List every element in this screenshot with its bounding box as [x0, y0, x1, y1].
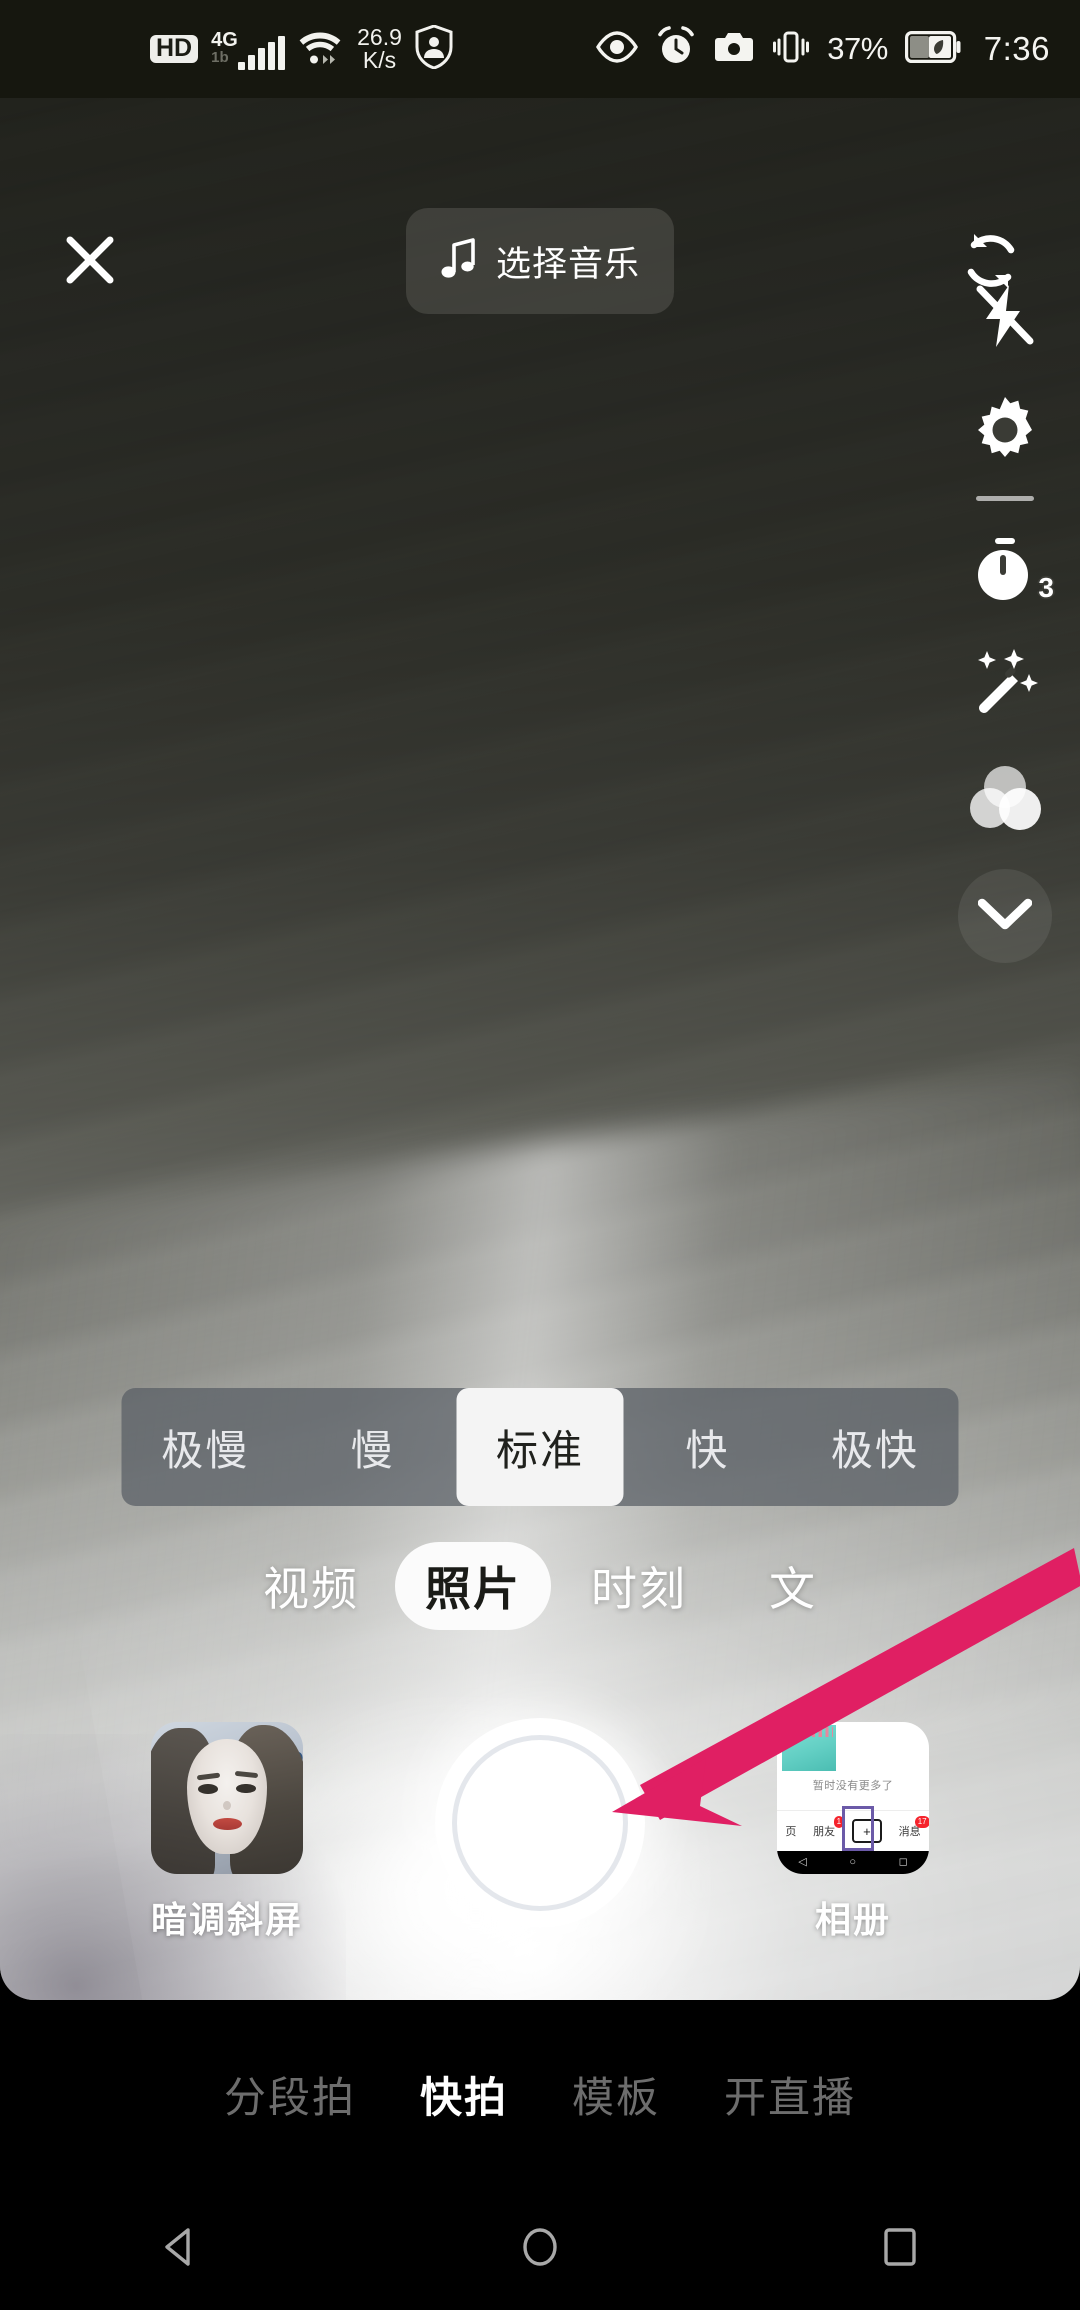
clock-label: 7:36 — [983, 30, 1050, 67]
album-thumb-messages-badge: 17 — [914, 1816, 929, 1829]
eye-comfort-icon — [595, 30, 639, 68]
data-speed-unit: K/s — [362, 47, 397, 73]
album-thumb-empty-text: 暂时没有更多了 — [812, 1779, 894, 1792]
android-home-button[interactable] — [360, 2224, 720, 2275]
battery-percent-label: 37% — [827, 31, 888, 66]
album-preview-thumbnail[interactable]: 暂时没有更多了 页 朋友 1 + 消息 17 ◁ ○ ◻ — [777, 1722, 929, 1874]
album-thumb-tab-friends: 朋友 1 — [813, 1816, 845, 1839]
mode-tab-moment[interactable]: 时刻 — [565, 1541, 713, 1631]
album-label: 相册 — [814, 1899, 891, 1940]
wifi-icon — [298, 29, 342, 70]
signal-bars-glyph — [238, 36, 286, 70]
hd-badge: HD — [150, 35, 199, 63]
mode-tab-text[interactable]: 文 — [743, 1541, 843, 1631]
album-thumb-system-nav: ◁ ○ ◻ — [777, 1851, 929, 1874]
album-thumb-highlight-box — [842, 1805, 875, 1852]
app-screen: HD 4G 1b 26.9 K/s 37% 7:36 选择音乐 3 极慢 慢 标… — [0, 0, 1080, 2310]
music-note-icon — [440, 236, 480, 287]
status-bar-left: HD 4G 1b 26.9 K/s — [150, 0, 453, 98]
mode-tab-photo[interactable]: 照片 — [395, 1542, 551, 1630]
speed-option-standard[interactable]: 标准 — [456, 1388, 624, 1506]
bottom-nav-item-segment[interactable]: 分段拍 — [192, 2064, 388, 2125]
select-music-label: 选择音乐 — [495, 244, 641, 284]
android-back-button[interactable] — [0, 2224, 360, 2275]
thumb-nose — [223, 1801, 231, 1811]
capture-controls-row: 暗调斜屏 暂时没有更多了 页 朋友 1 + 消息 17 ◁ ○ ◻ 相册 — [0, 1718, 1080, 1992]
timer-count-badge: 3 — [1038, 572, 1054, 603]
album-thumb-photo — [781, 1725, 837, 1771]
settings-button[interactable] — [940, 384, 1070, 480]
android-system-nav — [0, 2188, 1080, 2310]
filter-circles-icon — [967, 764, 1043, 835]
flash-off-button[interactable] — [940, 270, 1070, 366]
battery-saver-icon — [904, 30, 961, 68]
vibrate-icon — [772, 28, 810, 71]
android-back-icon — [157, 2224, 203, 2275]
speed-option-fast[interactable]: 快 — [624, 1388, 791, 1506]
rail-divider — [976, 496, 1034, 501]
album-thumb-recents-icon: ◻ — [898, 1856, 908, 1869]
album-thumb-back-icon: ◁ — [798, 1856, 807, 1869]
speed-selector[interactable]: 极慢 慢 标准 快 极快 — [121, 1388, 959, 1506]
settings-gear-icon — [969, 394, 1041, 471]
album-button[interactable]: 暂时没有更多了 页 朋友 1 + 消息 17 ◁ ○ ◻ 相册 — [763, 1722, 943, 1943]
album-thumb-tab-messages-label: 消息 — [898, 1826, 921, 1839]
bottom-nav-item-template[interactable]: 模板 — [540, 2064, 692, 2125]
speed-option-slow[interactable]: 慢 — [289, 1388, 456, 1506]
effect-preview-button[interactable]: 暗调斜屏 — [137, 1722, 317, 1943]
android-recents-icon — [877, 2224, 923, 2275]
network-sub-label: 1b — [211, 49, 229, 66]
signal-bars-icon: 4G 1b — [211, 28, 286, 70]
bottom-nav-item-live[interactable]: 开直播 — [692, 2064, 888, 2125]
countdown-timer-icon — [969, 533, 1041, 610]
camera-tool-rail: 3 — [930, 270, 1080, 963]
close-button[interactable] — [52, 224, 128, 300]
bottom-nav-bar: 分段拍 快拍 模板 开直播 — [0, 2000, 1080, 2188]
thumb-lips — [213, 1817, 243, 1830]
flash-off-icon — [968, 279, 1042, 358]
shutter-inner — [452, 1735, 628, 1911]
data-speed: 26.9 K/s — [357, 26, 402, 72]
camera-top-bar: 选择音乐 — [0, 98, 1080, 314]
mode-tab-video[interactable]: 视频 — [237, 1541, 385, 1631]
beauty-button[interactable] — [940, 637, 1070, 733]
album-thumb-home-icon: ○ — [849, 1856, 856, 1869]
album-thumb-tab-friends-label: 朋友 — [813, 1826, 836, 1839]
android-recents-button[interactable] — [720, 2224, 1080, 2275]
filter-button[interactable] — [940, 751, 1070, 847]
speed-option-ultra-fast[interactable]: 极快 — [791, 1388, 958, 1506]
chevron-down-icon — [977, 897, 1033, 936]
shutter-button[interactable] — [435, 1718, 645, 1928]
capture-mode-tabs: 视频 照片 时刻 文 — [190, 1538, 890, 1634]
camera-preview[interactable] — [0, 98, 1080, 2000]
status-bar: HD 4G 1b 26.9 K/s 37% 7:36 — [0, 0, 1080, 98]
album-thumb-tab-page: 页 — [785, 1826, 797, 1839]
shield-person-icon — [415, 23, 453, 74]
screenshot-camera-icon — [713, 30, 755, 69]
thumb-face — [187, 1738, 267, 1855]
close-icon — [60, 230, 120, 295]
beauty-wand-icon — [967, 645, 1043, 726]
effect-preview-thumbnail[interactable] — [151, 1722, 303, 1874]
android-home-icon — [517, 2224, 563, 2275]
countdown-timer-button[interactable]: 3 — [940, 523, 1070, 619]
network-type-label: 4G — [211, 29, 238, 51]
speed-option-ultra-slow[interactable]: 极慢 — [122, 1388, 289, 1506]
collapse-tools-button[interactable] — [958, 869, 1052, 963]
bottom-nav-item-quickshot[interactable]: 快拍 — [388, 2064, 540, 2125]
album-thumb-tab-messages: 消息 17 — [898, 1816, 929, 1839]
effect-label: 暗调斜屏 — [150, 1899, 303, 1940]
status-bar-right: 37% 7:36 — [595, 0, 1050, 98]
select-music-button[interactable]: 选择音乐 — [405, 208, 675, 314]
alarm-clock-icon — [656, 25, 696, 73]
